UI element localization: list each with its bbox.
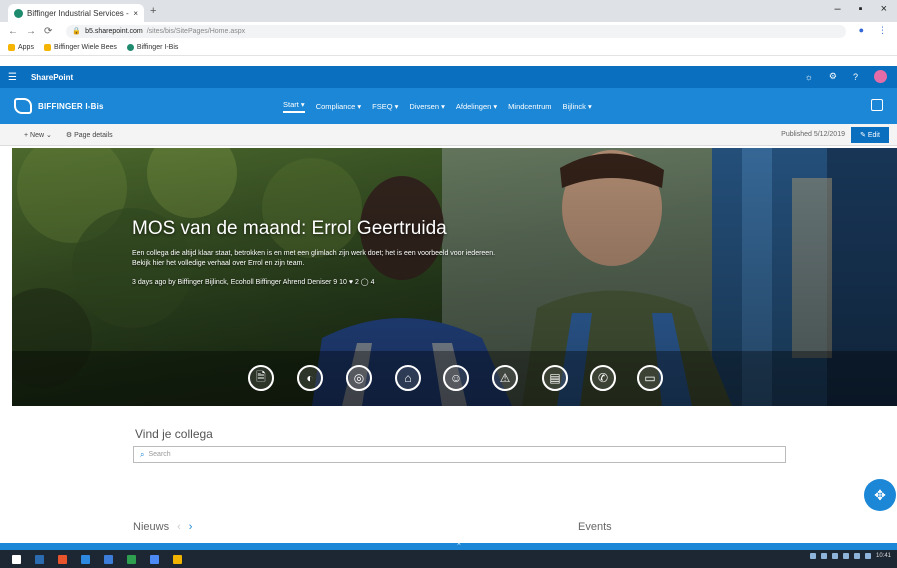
bookmark-label: Biffinger Wiele Bees [53, 44, 117, 51]
browser-menu-icon[interactable]: ⋮ [878, 25, 887, 36]
volume-icon[interactable] [864, 553, 871, 559]
hero-description: Een collega die altijd klaar staat, betr… [132, 250, 496, 267]
bookmark-label: Apps [18, 44, 34, 51]
edit-button[interactable]: ✎ Edit [851, 127, 889, 143]
news-title[interactable]: Nieuws [133, 521, 169, 533]
floating-action-button[interactable]: ✥ [864, 479, 896, 511]
document-icon[interactable]: 🗎 [248, 365, 274, 391]
nav-item-afdelingen[interactable]: Afdelingen ▾ [456, 102, 497, 111]
nav-item-bijlinck[interactable]: Bijlinck ▾ [563, 102, 592, 111]
close-window-button[interactable]: × [881, 3, 887, 15]
bookmark-label: Biffinger I-Bis [136, 44, 179, 51]
user-avatar[interactable] [874, 70, 887, 83]
close-tab-icon[interactable]: × [133, 9, 138, 18]
app-launcher-icon[interactable]: ☰ [8, 72, 17, 83]
suite-bar: ☰ SharePoint [0, 66, 897, 88]
site-title[interactable]: BIFFINGER I-Bis [38, 102, 104, 111]
people-icon[interactable]: ☺ [443, 365, 469, 391]
suite-actions: ☼ ⚙ ? [805, 70, 887, 83]
search-icon: ⌕ [140, 449, 145, 459]
browser-tab[interactable]: Biffinger Industrial Services - Ho × [8, 4, 144, 22]
nav-item-start[interactable]: Start ▾ [283, 100, 305, 113]
back-button[interactable]: ← [8, 26, 18, 37]
minimize-button[interactable]: – [835, 3, 841, 15]
help-icon[interactable]: ? [853, 72, 858, 82]
events-section-title[interactable]: Events [578, 521, 612, 533]
nav-item-diversen[interactable]: Diversen ▾ [409, 102, 444, 111]
bookmarks-bar: Apps Biffinger Wiele Bees Biffinger I-Bi… [0, 40, 897, 56]
browser-tab-title: Biffinger Industrial Services - Ho [27, 8, 129, 18]
share-icon[interactable] [871, 99, 883, 111]
laptop-icon[interactable]: ▭ [637, 365, 663, 391]
tray-icon[interactable] [842, 553, 849, 559]
news-section-header: Nieuws ‹ › [133, 521, 192, 533]
tray-icon[interactable] [831, 553, 838, 559]
page-details-button[interactable]: ⚙ Page details [66, 131, 113, 139]
published-status: Published 5/12/2019 [781, 131, 845, 138]
url-input[interactable]: 🔒 b5.sharepoint.com /sites/bis/SitePages… [66, 24, 847, 38]
apps-grid-icon [8, 44, 15, 51]
system-tray: 10:41 [809, 553, 891, 559]
home-icon[interactable]: ⌂ [395, 365, 421, 391]
taskbar-app-icon[interactable] [81, 554, 90, 564]
taskbar-app-icon[interactable] [58, 554, 67, 564]
browser-extensions: ● ⋮ [859, 25, 887, 36]
suite-app-name[interactable]: SharePoint [31, 73, 73, 82]
nav-item-fseq[interactable]: FSEQ ▾ [372, 102, 398, 111]
pie-chart-icon[interactable]: ◐ [297, 365, 323, 391]
extension-icon[interactable]: ● [859, 25, 864, 36]
news-next-icon[interactable]: › [189, 521, 193, 533]
notifications-icon[interactable]: ☼ [805, 72, 813, 82]
new-button[interactable]: + New ⌄ [24, 131, 52, 139]
lock-icon: 🔒 [72, 28, 82, 35]
address-bar-row: ← → ⟳ 🔒 b5.sharepoint.com /sites/bis/Sit… [0, 22, 897, 40]
bookmark-icon [126, 44, 134, 51]
url-host: b5.sharepoint.com [85, 27, 143, 35]
taskbar-app-icon[interactable] [150, 554, 159, 564]
new-tab-button[interactable]: + [150, 5, 156, 17]
windows-taskbar [0, 550, 897, 568]
tray-icon[interactable] [809, 553, 816, 559]
hero-meta: 3 days ago by Biffinger Bijlinck, Ecohol… [132, 279, 375, 286]
taskbar-app-icon[interactable] [35, 554, 44, 564]
quick-links-bar: 🗎 ◐ ◎ ⌂ ☺ ⚠ ▤ ✆ ▭ [12, 351, 897, 406]
windows-start-icon[interactable] [12, 554, 21, 564]
footer-expand-icon[interactable]: ⌃ [456, 542, 462, 550]
url-path: /sites/bis/SitePages/Home.aspx [146, 27, 246, 35]
taskbar-app-icon[interactable] [104, 554, 113, 564]
forward-button[interactable]: → [26, 26, 36, 37]
nav-item-compliance[interactable]: Compliance ▾ [316, 102, 361, 111]
search-placeholder: Search [148, 451, 171, 458]
reload-button[interactable]: ⟳ [44, 26, 52, 37]
news-prev-icon[interactable]: ‹ [177, 521, 181, 533]
settings-gear-icon[interactable]: ⚙ [829, 71, 837, 82]
tray-clock[interactable]: 10:41 [876, 553, 891, 559]
page-footer-bar [0, 543, 897, 550]
people-search-input[interactable]: ⌕ Search [133, 446, 786, 463]
globe-icon[interactable]: ◎ [346, 365, 372, 391]
site-favicon-icon [14, 8, 23, 18]
bookmark-i-bis[interactable]: Biffinger I-Bis [126, 44, 179, 51]
warning-icon[interactable]: ⚠ [492, 365, 518, 391]
bookmark-icon [43, 44, 51, 51]
site-logo-icon[interactable] [14, 98, 32, 114]
nav-item-mindcentrum[interactable]: Mindcentrum [508, 102, 551, 111]
bookmark-wiele-bees[interactable]: Biffinger Wiele Bees [43, 44, 117, 51]
phone-icon[interactable]: ✆ [590, 365, 616, 391]
network-icon[interactable] [853, 553, 860, 559]
maximize-button[interactable]: ▪ [859, 3, 863, 15]
hero-title[interactable]: MOS van de maand: Errol Geertruida [132, 218, 447, 240]
bookmark-apps[interactable]: Apps [8, 44, 34, 51]
window-controls: – ▪ × [835, 3, 887, 15]
book-icon[interactable]: ▤ [542, 365, 568, 391]
site-top-navigation: Start ▾ Compliance ▾ FSEQ ▾ Diversen ▾ A… [283, 88, 592, 124]
command-bar: + New ⌄ ⚙ Page details [0, 124, 897, 146]
hero-banner[interactable]: MOS van de maand: Errol Geertruida Een c… [12, 148, 897, 406]
taskbar-app-icon[interactable] [173, 554, 182, 564]
people-search-title: Vind je collega [135, 427, 213, 441]
tray-icon[interactable] [820, 553, 827, 559]
taskbar-app-icon[interactable] [127, 554, 136, 564]
